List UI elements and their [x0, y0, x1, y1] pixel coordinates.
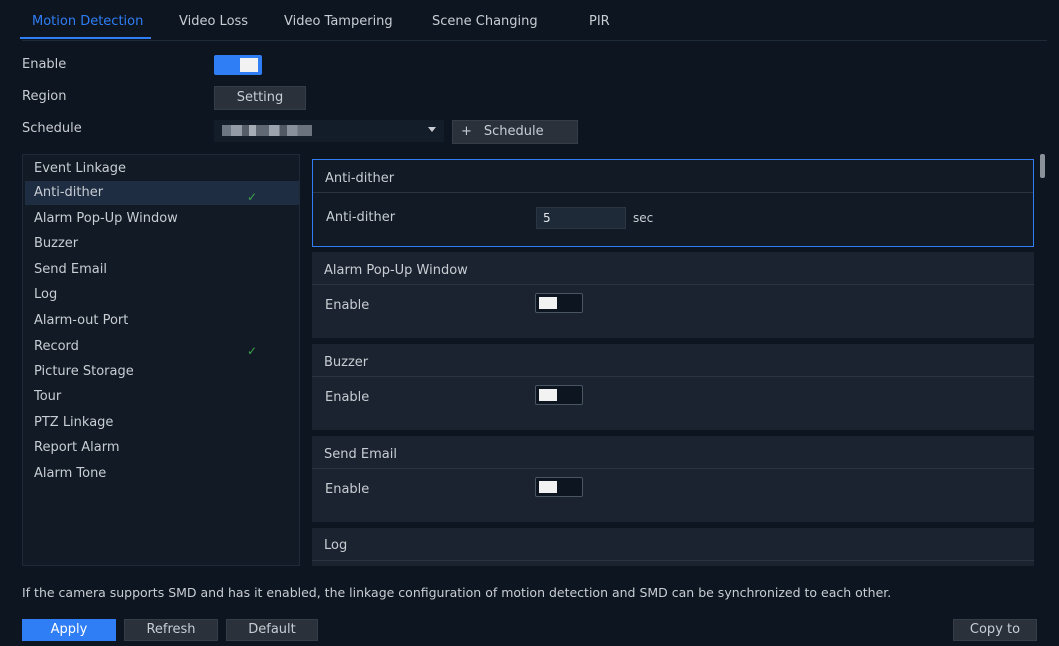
- linkage-item-label: Record: [34, 339, 79, 354]
- popup-enable-toggle[interactable]: [535, 293, 583, 313]
- apply-button[interactable]: Apply: [22, 619, 116, 641]
- linkage-detail-panel: Anti-dither Anti-dither sec Alarm Pop-Up…: [309, 154, 1046, 566]
- event-linkage-header: Event Linkage: [34, 161, 126, 176]
- email-enable-toggle[interactable]: [535, 477, 583, 497]
- linkage-item-anti-dither[interactable]: Anti-dither ✓: [25, 181, 299, 205]
- divider: [312, 376, 1034, 377]
- anti-dither-unit: sec: [633, 211, 654, 225]
- linkage-item-picture-storage[interactable]: Picture Storage: [25, 360, 299, 384]
- toggle-knob: [539, 389, 557, 401]
- divider: [312, 284, 1034, 285]
- buzzer-enable-label: Enable: [325, 390, 370, 405]
- region-label: Region: [22, 89, 67, 104]
- toggle-knob: [240, 58, 258, 72]
- region-setting-button[interactable]: Setting: [214, 86, 306, 110]
- linkage-item-label: Report Alarm: [34, 440, 120, 455]
- linkage-item-label: Picture Storage: [34, 364, 134, 379]
- linkage-item-label: Send Email: [34, 262, 107, 277]
- toggle-knob: [539, 481, 557, 493]
- linkage-item-tour[interactable]: Tour: [25, 385, 299, 409]
- linkage-item-ptz-linkage[interactable]: PTZ Linkage: [25, 411, 299, 435]
- divider: [312, 468, 1034, 469]
- schedule-label: Schedule: [22, 121, 82, 136]
- smd-sync-note: If the camera supports SMD and has it en…: [22, 585, 892, 600]
- linkage-item-label: Alarm Pop-Up Window: [34, 211, 178, 226]
- anti-dither-section: Anti-dither Anti-dither sec: [312, 159, 1034, 247]
- linkage-item-label: Alarm-out Port: [34, 313, 129, 328]
- toggle-knob: [539, 297, 557, 309]
- linkage-item-label: Tour: [34, 389, 62, 404]
- tab-scene-changing[interactable]: Scene Changing: [432, 14, 538, 29]
- section-title: Send Email: [324, 447, 397, 462]
- schedule-value-redacted: [222, 125, 312, 136]
- linkage-item-alarm-popup[interactable]: Alarm Pop-Up Window: [25, 207, 299, 231]
- linkage-item-alarm-out-port[interactable]: Alarm-out Port: [25, 309, 299, 333]
- anti-dither-input[interactable]: [536, 207, 626, 229]
- linkage-item-label: Anti-dither: [34, 185, 104, 200]
- section-title: Alarm Pop-Up Window: [324, 263, 468, 278]
- tab-bar: Motion Detection Video Loss Video Tamper…: [19, 8, 1047, 41]
- schedule-select[interactable]: [214, 120, 444, 142]
- enable-label: Enable: [22, 57, 67, 72]
- divider: [313, 192, 1033, 193]
- linkage-item-buzzer[interactable]: Buzzer: [25, 232, 299, 256]
- linkage-item-label: Buzzer: [34, 236, 79, 251]
- scrollbar-thumb[interactable]: [1040, 154, 1045, 178]
- tab-video-loss[interactable]: Video Loss: [179, 14, 248, 29]
- alarm-popup-section: Alarm Pop-Up Window Enable: [312, 252, 1034, 338]
- enable-toggle[interactable]: [214, 55, 262, 75]
- section-title: Anti-dither: [325, 171, 395, 186]
- linkage-item-log[interactable]: Log: [25, 283, 299, 307]
- send-email-section: Send Email Enable: [312, 436, 1034, 522]
- plus-icon: +: [461, 124, 472, 139]
- tab-video-tampering[interactable]: Video Tampering: [284, 14, 393, 29]
- linkage-item-label: Log: [34, 287, 58, 302]
- buzzer-section: Buzzer Enable: [312, 344, 1034, 430]
- linkage-item-label: Alarm Tone: [34, 466, 107, 481]
- tab-pir[interactable]: PIR: [589, 14, 610, 29]
- tab-motion-detection[interactable]: Motion Detection: [19, 14, 152, 39]
- linkage-item-send-email[interactable]: Send Email: [25, 258, 299, 282]
- add-schedule-label: Schedule: [483, 124, 544, 139]
- check-icon: ✓: [247, 190, 258, 204]
- linkage-item-alarm-tone[interactable]: Alarm Tone: [25, 462, 299, 486]
- add-schedule-button[interactable]: + Schedule: [452, 120, 578, 144]
- section-title: Log: [324, 538, 348, 553]
- linkage-item-label: PTZ Linkage: [34, 415, 114, 430]
- divider: [312, 560, 1034, 561]
- refresh-button[interactable]: Refresh: [124, 619, 218, 641]
- email-enable-label: Enable: [325, 482, 370, 497]
- linkage-item-record[interactable]: Record ✓: [25, 335, 299, 359]
- linkage-item-report-alarm[interactable]: Report Alarm: [25, 436, 299, 460]
- popup-enable-label: Enable: [325, 298, 370, 313]
- section-title: Buzzer: [324, 355, 369, 370]
- chevron-down-icon: [428, 127, 436, 132]
- copy-to-button[interactable]: Copy to: [953, 619, 1037, 641]
- log-section: Log: [312, 528, 1034, 566]
- anti-dither-label: Anti-dither: [326, 210, 396, 225]
- buzzer-enable-toggle[interactable]: [535, 385, 583, 405]
- default-button[interactable]: Default: [226, 619, 318, 641]
- event-linkage-panel: Event Linkage Anti-dither ✓ Alarm Pop-Up…: [22, 154, 300, 566]
